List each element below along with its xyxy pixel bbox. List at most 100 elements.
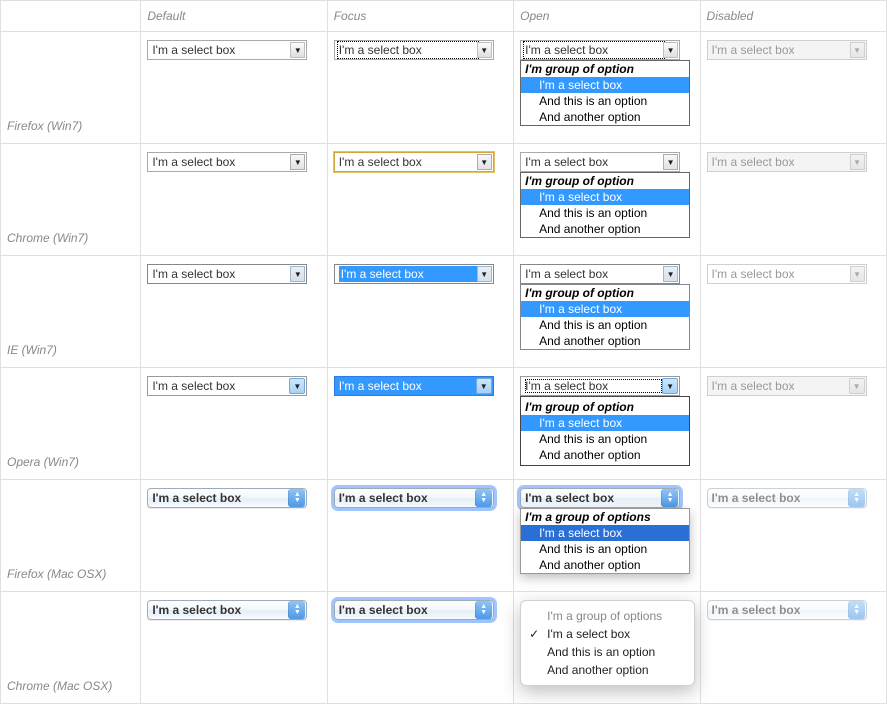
stepper-icon[interactable]: ▲▼ — [288, 489, 305, 507]
select-text: I'm a select box — [712, 155, 850, 169]
dropdown-popup[interactable]: I'm a group of options I'm a select box … — [520, 600, 695, 686]
option[interactable]: I'm a select box — [521, 77, 689, 93]
select-text: I'm a select box — [339, 43, 477, 57]
select-box[interactable]: I'm a select box▲▼ — [520, 488, 680, 508]
dropdown-arrow-icon[interactable] — [290, 266, 305, 282]
select-text: I'm a select box — [339, 155, 477, 169]
select-text: I'm a select box — [712, 379, 849, 393]
stepper-icon: ▲▼ — [848, 601, 865, 619]
select-box-disabled: I'm a select box — [707, 152, 867, 172]
select-text: I'm a select box — [525, 267, 663, 281]
option[interactable]: And another option — [521, 557, 689, 573]
dropdown-list[interactable]: I'm group of option I'm a select box And… — [520, 284, 690, 350]
option[interactable]: And this is an option — [521, 93, 689, 109]
option[interactable]: And this is an option — [521, 431, 689, 447]
row-label-firefox-macosx: Firefox (Mac OSX) — [1, 480, 141, 592]
col-focus: Focus — [327, 1, 513, 32]
select-text: I'm a select box — [712, 43, 850, 57]
dropdown-arrow-icon — [850, 154, 865, 170]
stepper-icon[interactable]: ▲▼ — [661, 489, 678, 507]
dropdown-arrow-icon[interactable] — [477, 154, 492, 170]
select-box[interactable]: I'm a select box — [147, 264, 307, 284]
select-text: I'm a select box — [152, 267, 290, 281]
select-box[interactable]: I'm a select box▲▼ — [334, 600, 494, 620]
dropdown-arrow-icon[interactable] — [663, 266, 678, 282]
select-text: I'm a select box — [152, 43, 290, 57]
select-box[interactable]: I'm a select box — [147, 152, 307, 172]
select-box[interactable]: I'm a select box — [147, 376, 307, 396]
option[interactable]: And another option — [521, 447, 689, 463]
dropdown-arrow-icon[interactable] — [476, 378, 492, 394]
dropdown-arrow-icon[interactable] — [477, 42, 492, 58]
select-box[interactable]: I'm a select box — [147, 40, 307, 60]
select-box[interactable]: I'm a select box — [520, 376, 680, 396]
select-text: I'm a select box — [152, 379, 289, 393]
dropdown-list[interactable]: I'm a group of options I'm a select box … — [520, 508, 690, 574]
optgroup-label: I'm group of option — [521, 173, 689, 189]
dropdown-arrow-icon — [850, 266, 865, 282]
stepper-icon[interactable]: ▲▼ — [475, 489, 492, 507]
select-box-disabled: I'm a select box — [707, 376, 867, 396]
option[interactable]: And this is an option — [521, 541, 689, 557]
dropdown-arrow-icon[interactable] — [663, 42, 678, 58]
dropdown-arrow-icon[interactable] — [477, 266, 492, 282]
select-box[interactable]: I'm a select box — [520, 264, 680, 284]
stepper-icon[interactable]: ▲▼ — [288, 601, 305, 619]
select-box[interactable]: I'm a select box — [520, 40, 680, 60]
dropdown-arrow-icon[interactable] — [663, 154, 678, 170]
select-box[interactable]: I'm a select box — [334, 264, 494, 284]
option[interactable]: And this is an option — [521, 205, 689, 221]
select-box[interactable]: I'm a select box▲▼ — [334, 488, 494, 508]
dropdown-arrow-icon[interactable] — [290, 154, 305, 170]
select-box[interactable]: I'm a select box — [334, 152, 494, 172]
option[interactable]: And another option — [521, 221, 689, 237]
stepper-icon: ▲▼ — [848, 489, 865, 507]
dropdown-arrow-icon[interactable] — [662, 378, 678, 394]
comparison-table: Default Focus Open Disabled Firefox (Win… — [0, 0, 887, 704]
stepper-icon[interactable]: ▲▼ — [475, 601, 492, 619]
select-box-disabled: I'm a select box▲▼ — [707, 600, 867, 620]
select-box[interactable]: I'm a select box — [520, 152, 680, 172]
dropdown-arrow-icon — [850, 42, 865, 58]
select-text: I'm a select box — [339, 603, 475, 617]
select-text: I'm a select box — [152, 603, 288, 617]
select-box[interactable]: I'm a select box▲▼ — [147, 488, 307, 508]
optgroup-label: I'm group of option — [521, 61, 689, 77]
row-label-ie-win7: IE (Win7) — [1, 256, 141, 368]
option[interactable]: And another option — [521, 661, 694, 679]
optgroup-label: I'm group of option — [521, 399, 689, 415]
option[interactable]: I'm a select box — [521, 415, 689, 431]
col-open: Open — [514, 1, 700, 32]
dropdown-list[interactable]: I'm group of option I'm a select box And… — [520, 396, 690, 466]
dropdown-list[interactable]: I'm group of option I'm a select box And… — [520, 60, 690, 126]
option[interactable]: And this is an option — [521, 643, 694, 661]
select-box-disabled: I'm a select box▲▼ — [707, 488, 867, 508]
option[interactable]: I'm a select box — [521, 625, 694, 643]
optgroup-label: I'm a group of options — [521, 607, 694, 625]
dropdown-arrow-icon — [849, 378, 865, 394]
option[interactable]: I'm a select box — [521, 189, 689, 205]
select-text: I'm a select box — [525, 155, 663, 169]
dropdown-arrow-icon[interactable] — [289, 378, 305, 394]
optgroup-label: I'm group of option — [521, 285, 689, 301]
option[interactable]: I'm a select box — [521, 301, 689, 317]
row-label-chrome-macosx: Chrome (Mac OSX) — [1, 592, 141, 704]
select-box[interactable]: I'm a select box▲▼ — [147, 600, 307, 620]
option[interactable]: And another option — [521, 333, 689, 349]
select-text: I'm a select box — [339, 491, 475, 505]
option[interactable]: I'm a select box — [521, 525, 689, 541]
optgroup-label: I'm a group of options — [521, 509, 689, 525]
dropdown-arrow-icon[interactable] — [290, 42, 305, 58]
select-box[interactable]: I'm a select box — [334, 40, 494, 60]
select-text: I'm a select box — [152, 155, 290, 169]
option[interactable]: And this is an option — [521, 317, 689, 333]
select-text: I'm a select box — [525, 379, 662, 393]
corner-cell — [1, 1, 141, 32]
option[interactable]: And another option — [521, 109, 689, 125]
select-text: I'm a select box — [712, 267, 850, 281]
row-label-firefox-win7: Firefox (Win7) — [1, 32, 141, 144]
select-text: I'm a select box — [152, 491, 288, 505]
select-box[interactable]: I'm a select box — [334, 376, 494, 396]
select-text: I'm a select box — [339, 379, 476, 393]
dropdown-list[interactable]: I'm group of option I'm a select box And… — [520, 172, 690, 238]
